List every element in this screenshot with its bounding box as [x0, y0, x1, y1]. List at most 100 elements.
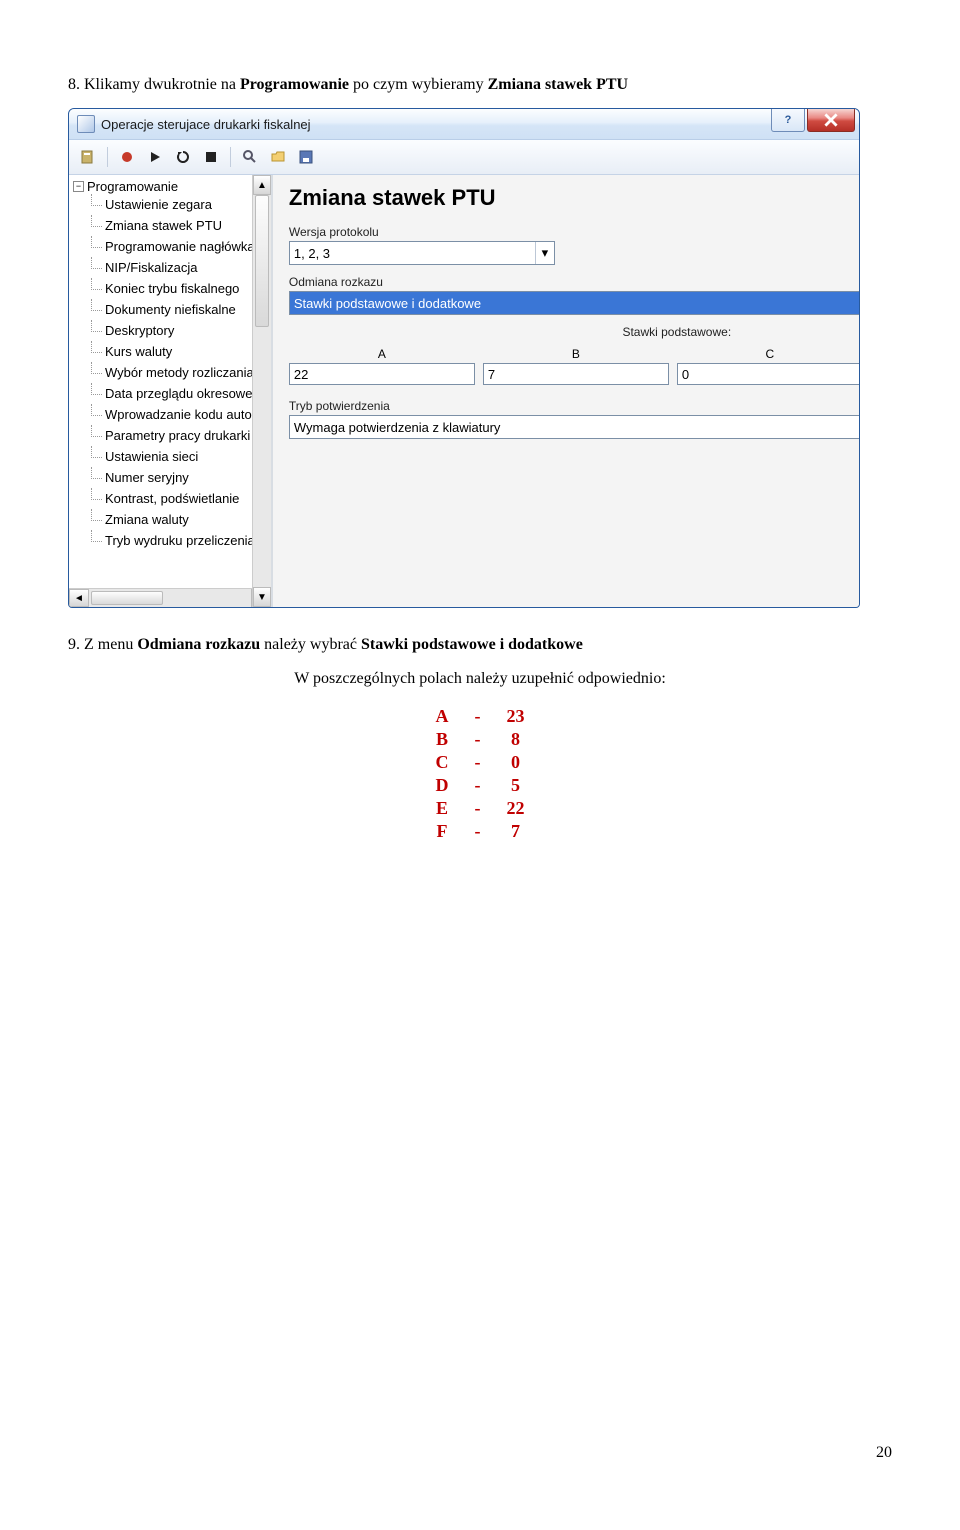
toolbar	[69, 140, 859, 175]
rate-key: E	[424, 798, 461, 819]
rate-value: 0	[495, 752, 537, 773]
rate-key: D	[424, 775, 461, 796]
scroll-thumb[interactable]	[255, 195, 269, 327]
tree-item[interactable]: Deskryptory	[91, 320, 269, 341]
table-row: F-7	[424, 821, 537, 842]
rate-col-label-A: A	[289, 347, 475, 361]
tree-vscrollbar[interactable]: ▲ ▼	[252, 175, 271, 607]
collapse-icon[interactable]: −	[73, 181, 84, 192]
toolbar-refresh-icon[interactable]	[172, 146, 194, 168]
tryb-label: Tryb potwierdzenia	[289, 399, 860, 413]
toolbar-play-icon[interactable]	[144, 146, 166, 168]
chevron-down-icon: ▾	[535, 242, 554, 264]
rate-key: B	[424, 729, 461, 750]
tree-hscrollbar[interactable]: ◄ ►	[69, 588, 271, 607]
toolbar-stop-icon[interactable]	[200, 146, 222, 168]
app-icon	[77, 115, 95, 133]
table-row: D-5	[424, 775, 537, 796]
rate-key: C	[424, 752, 461, 773]
hscroll-thumb[interactable]	[91, 591, 163, 605]
bold: Odmiana rozkazu	[137, 636, 260, 653]
rate-value: 8	[495, 729, 537, 750]
scroll-down-icon[interactable]: ▼	[253, 587, 271, 607]
tree-item[interactable]: Tryb wydruku przeliczenia	[91, 530, 269, 551]
close-button[interactable]	[807, 109, 855, 132]
wersja-select[interactable]: 1, 2, 3 ▾	[289, 241, 555, 265]
close-icon	[824, 113, 838, 127]
text: po czym wybieramy	[349, 76, 488, 93]
rate-value: 22	[495, 798, 537, 819]
text: 9. Z menu	[68, 636, 137, 653]
tree-item[interactable]: Programowanie nagłówka	[91, 236, 269, 257]
dash: -	[463, 752, 493, 773]
tree-panel: − Programowanie Ustawienie zegaraZmiana …	[69, 175, 273, 607]
toolbar-record-icon[interactable]	[116, 146, 138, 168]
odmiana-value: Stawki podstawowe i dodatkowe	[294, 296, 481, 311]
bold: Programowanie	[240, 76, 349, 93]
toolbar-btn-1[interactable]	[77, 146, 99, 168]
rates-table: A-23B-8C-0D-5E-22F-7	[422, 704, 539, 844]
tree-item[interactable]: Koniec trybu fiskalnego	[91, 278, 269, 299]
instruction-9: 9. Z menu Odmiana rozkazu należy wybrać …	[68, 636, 892, 654]
dash: -	[463, 706, 493, 727]
tree-item[interactable]: Numer seryjny	[91, 467, 269, 488]
rate-value: 5	[495, 775, 537, 796]
tree-item[interactable]: Ustawienia sieci	[91, 446, 269, 467]
toolbar-zoom-icon[interactable]	[239, 146, 261, 168]
tree-item[interactable]: Wybór metody rozliczania ra	[91, 362, 269, 383]
bold: Zmiana stawek PTU	[488, 76, 628, 93]
scroll-left-icon[interactable]: ◄	[69, 589, 89, 607]
form-heading: Zmiana stawek PTU	[289, 185, 860, 211]
rate-col-label-B: B	[483, 347, 669, 361]
tree-item[interactable]: NIP/Fiskalizacja	[91, 257, 269, 278]
tryb-value: Wymaga potwierdzenia z klawiatury	[294, 420, 501, 435]
rate-value: 7	[495, 821, 537, 842]
table-row: B-8	[424, 729, 537, 750]
dash: -	[463, 821, 493, 842]
scroll-up-icon[interactable]: ▲	[253, 175, 271, 195]
instruction-8: 8. Klikamy dwukrotnie na Programowanie p…	[68, 76, 892, 94]
tree-item[interactable]: Wprowadzanie kodu autory	[91, 404, 269, 425]
fill-caption: W poszczególnych polach należy uzupełnić…	[68, 670, 892, 688]
toolbar-save-icon[interactable]	[295, 146, 317, 168]
tree-root[interactable]: − Programowanie	[73, 179, 269, 194]
tree-item[interactable]: Dokumenty niefiskalne	[91, 299, 269, 320]
help-button[interactable]: ?	[771, 109, 805, 132]
tryb-select[interactable]: Wymaga potwierdzenia z klawiatury ▾	[289, 415, 860, 439]
tree-item[interactable]: Zmiana waluty	[91, 509, 269, 530]
rate-input-C[interactable]	[677, 363, 860, 385]
table-row: C-0	[424, 752, 537, 773]
dash: -	[463, 775, 493, 796]
dialog-window: Operacje sterujace drukarki fiskalnej ? …	[68, 108, 860, 608]
tree-item[interactable]: Ustawienie zegara	[91, 194, 269, 215]
tree-root-label: Programowanie	[87, 179, 178, 194]
odmiana-select[interactable]: Stawki podstawowe i dodatkowe ▾	[289, 291, 860, 315]
window-title: Operacje sterujace drukarki fiskalnej	[101, 117, 311, 132]
podstawowe-header: Stawki podstawowe:	[289, 325, 860, 339]
text: 8. Klikamy dwukrotnie na	[68, 76, 240, 93]
bold: Stawki podstawowe i dodatkowe	[361, 636, 583, 653]
separator	[107, 147, 108, 167]
rate-input-B[interactable]	[483, 363, 669, 385]
titlebar[interactable]: Operacje sterujace drukarki fiskalnej ?	[69, 109, 859, 140]
odmiana-label: Odmiana rozkazu	[289, 275, 860, 289]
dash: -	[463, 798, 493, 819]
page-number: 20	[68, 1444, 892, 1462]
tree-item[interactable]: Data przeglądu okresowego	[91, 383, 269, 404]
toolbar-open-icon[interactable]	[267, 146, 289, 168]
table-row: E-22	[424, 798, 537, 819]
form-panel: Zmiana stawek PTU Wersja protokolu 1, 2,…	[273, 175, 860, 607]
rate-value: 23	[495, 706, 537, 727]
table-row: A-23	[424, 706, 537, 727]
tree-item[interactable]: Kurs waluty	[91, 341, 269, 362]
tree-item[interactable]: Kontrast, podświetlanie	[91, 488, 269, 509]
separator	[230, 147, 231, 167]
rate-key: A	[424, 706, 461, 727]
tree-item[interactable]: Zmiana stawek PTU	[91, 215, 269, 236]
tree[interactable]: − Programowanie Ustawienie zegaraZmiana …	[69, 175, 271, 588]
wersja-label: Wersja protokolu	[289, 225, 860, 239]
tree-item[interactable]: Parametry pracy drukarki	[91, 425, 269, 446]
rate-col-label-C: C	[677, 347, 860, 361]
rate-input-A[interactable]	[289, 363, 475, 385]
rate-key: F	[424, 821, 461, 842]
